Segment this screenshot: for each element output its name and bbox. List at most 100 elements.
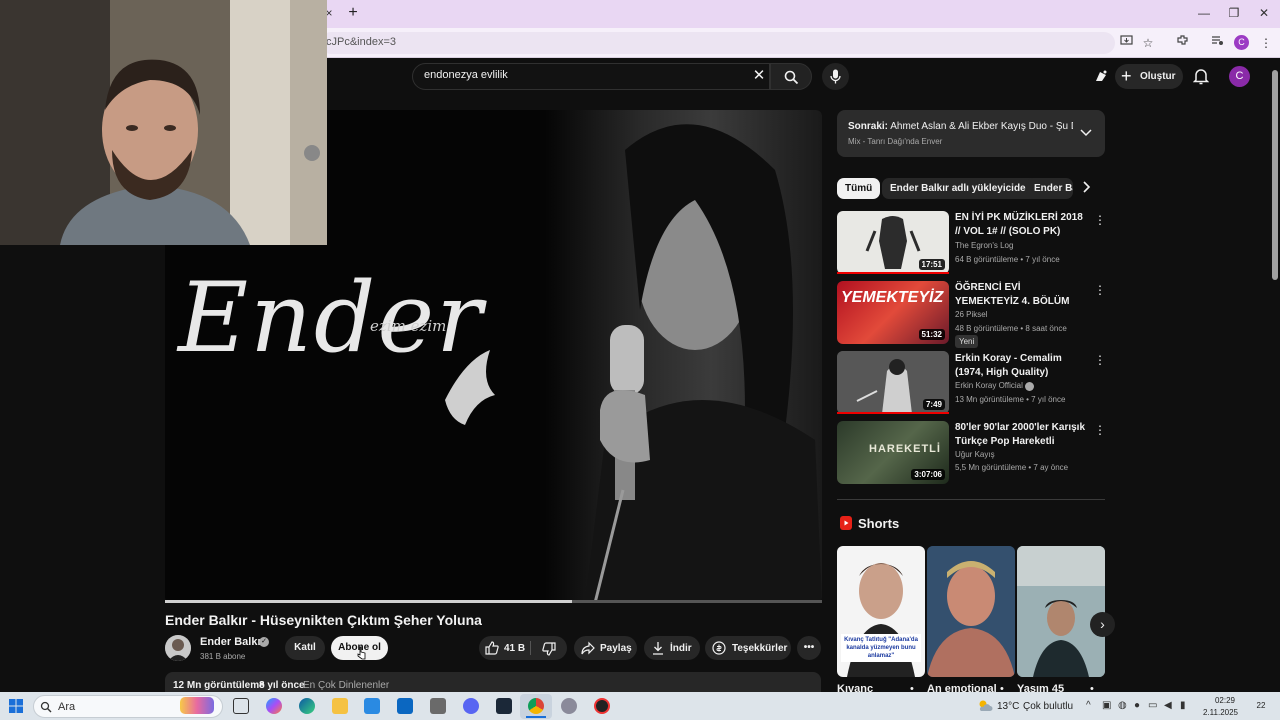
video-thumbnail[interactable]: HAREKETLİ 3:07:06 (837, 421, 949, 484)
rec-channel[interactable]: Uğur Kayış (955, 450, 995, 459)
discord-icon[interactable] (463, 698, 479, 714)
rec-video-title[interactable]: Erkin Koray - Cemalim (1974, High Qualit… (955, 352, 1085, 380)
up-next-card[interactable] (837, 110, 1105, 157)
clear-search-icon[interactable]: ✕ (750, 67, 768, 85)
thanks-label: Teşekkürler (732, 643, 788, 654)
weather-temperature[interactable]: 13°C (997, 701, 1019, 712)
chip-from-uploader[interactable]: Ender Balkır adlı yükleyiciden (882, 178, 1040, 199)
search-query-text: endonezya evlilik (424, 69, 508, 81)
close-window-icon[interactable]: ✕ (1252, 4, 1276, 22)
clock-date[interactable]: 2.11.2025 (1203, 708, 1238, 717)
minimize-icon[interactable]: — (1192, 4, 1216, 22)
short-thumbnail[interactable]: Kıvanç Tatlıtuğ "Adana'da kanalda yüzmey… (837, 546, 925, 677)
microphone-icon[interactable]: ● (1134, 700, 1140, 711)
rec-channel[interactable]: Erkin Koray Official (955, 381, 1023, 390)
taskbar-search-placeholder: Ara (58, 701, 76, 713)
chip-related[interactable]: Ender Ba (1026, 178, 1073, 199)
network-icon[interactable]: ▭ (1148, 700, 1157, 711)
more-vert-icon[interactable]: ⋮ (1094, 283, 1106, 297)
steam-icon[interactable] (496, 698, 512, 714)
microsoft-store-icon[interactable] (364, 698, 380, 714)
video-progress-fill (165, 600, 572, 603)
battery-icon[interactable]: ▮ (1180, 700, 1186, 711)
browser-profile-avatar[interactable]: C (1234, 35, 1249, 50)
like-count: 41 B (504, 643, 526, 654)
clock-time[interactable]: 02:29 (1210, 696, 1240, 705)
edge-browser-icon[interactable] (299, 698, 315, 714)
ezim-ezim-text: ezim ezim (370, 317, 447, 335)
windows-start-icon[interactable] (8, 698, 24, 714)
video-thumbnail[interactable]: 7:49 (837, 351, 949, 414)
video-thumbnail[interactable]: 17:51 (837, 211, 949, 274)
webcam-overlay (0, 0, 327, 245)
rec-video-title[interactable]: 80'ler 90'lar 2000'ler Karışık Türkçe Po… (955, 421, 1085, 449)
microphone-icon (830, 69, 841, 84)
copilot-icon[interactable] (266, 698, 282, 714)
dislike-icon[interactable] (542, 642, 556, 656)
like-icon[interactable] (485, 641, 499, 655)
restore-icon[interactable]: ❐ (1222, 4, 1246, 22)
channel-name[interactable]: Ender Balkır (200, 636, 265, 648)
app-icon[interactable] (430, 698, 446, 714)
file-explorer-icon[interactable] (332, 698, 348, 714)
bookmark-star-icon[interactable]: ☆ (1139, 34, 1157, 52)
join-button[interactable]: Katıl (285, 636, 325, 660)
tray-overflow-icon[interactable]: ^ (1086, 700, 1091, 711)
weather-description[interactable]: Çok bulutlu (1023, 701, 1073, 712)
voice-search-button[interactable] (822, 63, 849, 90)
rec-video-title[interactable]: ÖĞRENCİ EVİ YEMEKTEYİZ 4. BÖLÜM (955, 281, 1085, 309)
singer-image (545, 110, 822, 603)
new-tab-button[interactable]: + (345, 4, 361, 22)
install-app-icon[interactable] (1117, 34, 1135, 52)
media-controls-icon[interactable] (1208, 34, 1226, 52)
outlook-icon[interactable] (397, 698, 413, 714)
shorts-next-button[interactable]: › (1090, 612, 1115, 637)
extensions-icon[interactable] (1173, 34, 1191, 52)
weather-cloud-icon[interactable] (977, 699, 993, 713)
app-icon[interactable] (561, 698, 577, 714)
thumbnail-text: HAREKETLİ (869, 443, 941, 455)
premium-sparkle-icon[interactable] (1093, 68, 1109, 84)
url-field[interactable] (320, 32, 1115, 54)
upload-age: 8 yıl önce (259, 680, 305, 691)
short-thumbnail[interactable] (1017, 546, 1105, 677)
chevron-down-icon[interactable] (1080, 126, 1092, 140)
rec-video-title[interactable]: EN İYİ PK MÜZİKLERİ 2018 // VOL 1# // (S… (955, 211, 1085, 239)
chip-all[interactable]: Tümü (837, 178, 881, 199)
tray-app-icon[interactable]: ▣ (1102, 700, 1111, 711)
channel-avatar[interactable] (165, 635, 191, 661)
page-scrollbar[interactable] (1272, 70, 1278, 280)
volume-icon[interactable]: ◀ (1164, 700, 1172, 711)
verified-check-icon: ✓ (259, 637, 269, 647)
more-vert-icon[interactable]: ⋮ (1094, 213, 1106, 227)
shorts-heading: Shorts (858, 516, 900, 531)
obs-icon[interactable] (594, 698, 610, 714)
watched-progress (837, 412, 949, 414)
video-duration: 51:32 (918, 329, 945, 340)
copilot-highlight-icon[interactable] (180, 697, 214, 714)
tray-app-icon[interactable]: ◍ (1118, 700, 1127, 711)
video-duration: 7:49 (922, 399, 945, 410)
browser-menu-icon[interactable]: ⋮ (1257, 34, 1275, 52)
like-divider (530, 641, 531, 655)
chevron-right-icon[interactable] (1083, 180, 1091, 196)
more-vert-icon[interactable]: ⋮ (1094, 353, 1106, 367)
chrome-icon[interactable] (528, 698, 544, 714)
rec-meta: 64 B görüntüleme • 7 yıl önce (955, 255, 1060, 264)
search-button[interactable] (770, 63, 812, 90)
rec-channel[interactable]: 26 Piksel (955, 310, 987, 319)
video-thumbnail[interactable]: YEMEKTEYİZ 51:32 (837, 281, 949, 344)
more-actions-button[interactable]: ••• (797, 636, 821, 660)
notifications-bell-icon[interactable] (1192, 68, 1210, 85)
task-view-icon[interactable] (233, 698, 249, 714)
description-tag[interactable]: En Çok Dinlenenler (303, 680, 389, 691)
watched-progress (837, 272, 949, 274)
section-divider (837, 499, 1105, 500)
more-vert-icon[interactable]: ⋮ (1094, 423, 1106, 437)
notification-center-icon[interactable]: 22 (1252, 699, 1270, 713)
short-thumbnail[interactable] (927, 546, 1015, 677)
account-avatar[interactable]: C (1229, 66, 1250, 87)
up-next-mix: Mix - Tanrı Dağı'nda Enver (848, 137, 943, 146)
rec-channel[interactable]: The Egron's Log (955, 241, 1013, 250)
search-icon (40, 700, 52, 713)
